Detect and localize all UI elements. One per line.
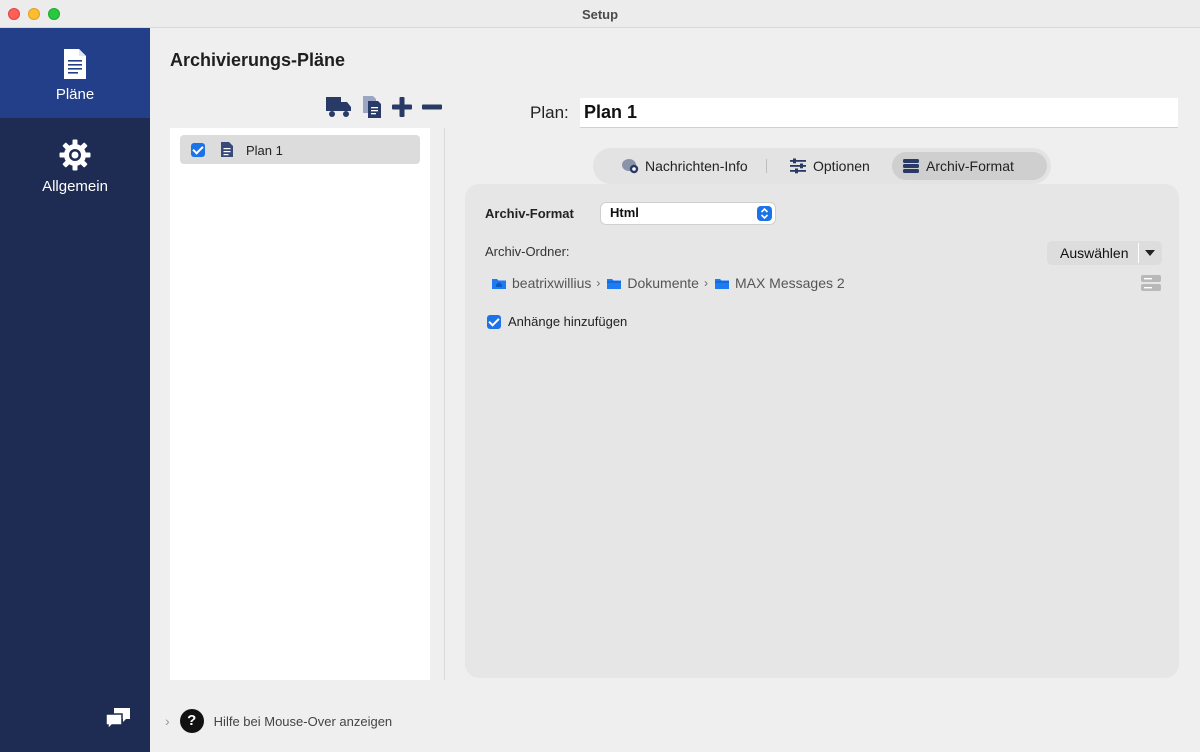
tab-optionen[interactable]: Optionen [779,152,880,180]
plus-icon[interactable] [391,96,413,121]
archive-format-select[interactable]: Html [601,203,775,224]
plan-enabled-checkbox[interactable] [191,143,205,157]
truck-icon[interactable] [325,95,353,122]
tab-label: Optionen [813,158,870,174]
path-item-user[interactable]: beatrixwillius [491,275,591,291]
tab-nachrichten-info[interactable]: Nachrichten-Info [611,152,758,180]
folder-icon [714,278,729,289]
attachments-label: Anhänge hinzufügen [508,314,628,329]
window-title: Setup [581,7,619,22]
divider [444,128,445,680]
duplicate-icon[interactable] [361,95,383,122]
main-content: Archivierungs-Pläne Plan 1 Plan: Plan 1 … [150,28,1200,752]
attachments-option[interactable]: Anhänge hinzufügen [487,314,627,329]
sidebar-item-plaene[interactable]: Pläne [0,28,150,118]
archive-format-panel: Archiv-Format Html Archiv-Ordner: Auswäh… [465,184,1179,678]
plan-toolbar [325,94,443,122]
selected-format: Html [610,205,639,220]
path-item-max-messages[interactable]: MAX Messages 2 [714,275,845,291]
tab-separator [766,159,767,173]
sidebar-item-label: Pläne [55,86,95,103]
choose-folder-label: Auswählen [1060,245,1129,261]
tab-label: Archiv-Format [926,158,1014,174]
choose-folder-button[interactable]: Auswählen [1047,241,1162,265]
document-icon [64,49,86,79]
chevron-right-icon: › [596,276,601,290]
path-item-dokumente[interactable]: Dokumente [606,275,699,291]
message-info-icon [622,159,639,174]
plan-field-label: Plan: [530,103,569,122]
chevron-down-icon[interactable] [1145,250,1155,256]
plan-list: Plan 1 [170,128,430,680]
sidebar-item-label: Allgemein [42,178,108,195]
archive-stack-icon [903,159,919,173]
chevron-updown-icon [757,206,772,221]
chat-bubbles-icon[interactable] [104,706,132,732]
page-title: Archivierungs-Pläne [170,50,346,70]
help-label: Hilfe bei Mouse-Over anzeigen [213,713,393,729]
tab-archiv-format[interactable]: Archiv-Format [892,152,1047,180]
path-label: beatrixwillius [512,275,592,291]
tab-label: Nachrichten-Info [645,158,748,174]
list-item[interactable]: Plan 1 [180,135,420,164]
tab-bar: Nachrichten-Info Optionen Archiv-Format [593,148,1051,184]
path-label: Dokumente [627,275,699,291]
disclosure-chevron-icon[interactable]: › [165,713,170,729]
path-label: MAX Messages 2 [734,275,845,291]
server-icon[interactable] [1140,274,1162,292]
archive-folder-label: Archiv-Ordner: [485,244,570,259]
attachments-checkbox[interactable] [487,314,501,329]
minus-icon[interactable] [421,96,443,121]
gear-icon [59,139,91,171]
help-button[interactable]: ? [179,709,204,733]
folder-path: beatrixwillius › Dokumente › MAX Message… [491,275,845,291]
folder-icon [607,278,622,289]
chevron-right-icon: › [703,276,708,290]
sidebar-item-allgemein[interactable]: Allgemein [0,118,150,208]
plan-name-label: Plan 1 [246,143,283,158]
plan-name-field[interactable]: Plan 1 [580,98,1178,128]
button-separator [1138,243,1139,263]
title-bar: Setup [0,0,1200,28]
archive-format-label: Archiv-Format [485,206,574,221]
sidebar: Pläne Allgemein [0,28,150,752]
document-icon [221,142,233,157]
sliders-icon [790,158,806,174]
home-folder-icon [492,278,506,289]
help-bar: › ? Hilfe bei Mouse-Over anzeigen [165,709,392,733]
